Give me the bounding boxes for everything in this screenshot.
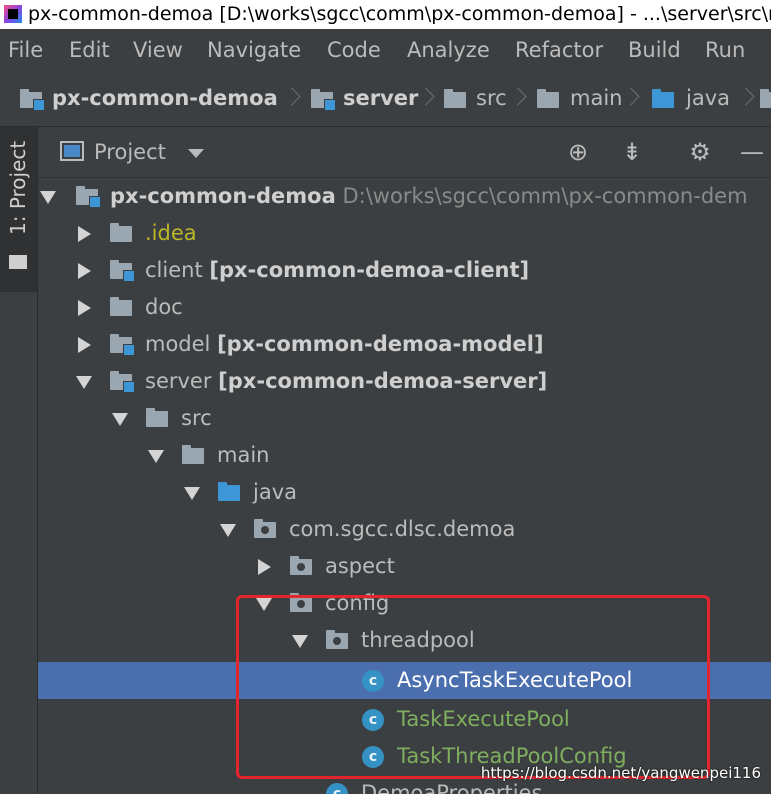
module-folder-icon [110, 371, 135, 393]
module-folder-icon [311, 89, 336, 111]
chevron-right-icon [626, 84, 636, 112]
model-module-suffix: [px-common-demoa-model] [217, 332, 544, 356]
dropdown-caret-icon[interactable] [188, 149, 204, 158]
root-name: px-common-demoa [110, 184, 336, 208]
crosshair-icon[interactable]: ⊕ [564, 138, 592, 166]
tree-row-package[interactable]: com.sgcc.dlsc.demoa [38, 511, 771, 548]
tree-row-doc[interactable]: doc [38, 289, 771, 326]
package-folder-icon [254, 519, 276, 538]
annotation-highlight-box [236, 595, 710, 779]
tree-row-idea[interactable]: .idea [38, 215, 771, 252]
folder-icon [9, 255, 27, 269]
menu-view[interactable]: View [133, 29, 183, 71]
menu-run[interactable]: Run [705, 29, 745, 71]
expand-arrow-icon[interactable] [184, 487, 200, 500]
chevron-right-icon [287, 84, 297, 112]
window-title-bar: px-common-demoa [D:\works\sgcc\comm\px-c… [0, 0, 771, 29]
tree-row-aspect[interactable]: aspect [38, 548, 771, 585]
breadcrumb-src[interactable]: src [476, 84, 507, 112]
collapse-arrow-icon[interactable] [78, 263, 91, 279]
tree-row-src[interactable]: src [38, 400, 771, 437]
expand-arrow-icon[interactable] [148, 450, 164, 463]
expand-arrow-icon[interactable] [76, 376, 92, 389]
aspect-package-label: aspect [325, 554, 395, 578]
package-folder-icon [760, 89, 771, 108]
tree-row-client[interactable]: client [px-common-demoa-client] [38, 252, 771, 289]
src-folder-label: src [181, 406, 212, 430]
chevron-right-icon [421, 84, 431, 112]
menu-analyze[interactable]: Analyze [407, 29, 490, 71]
menu-build[interactable]: Build [628, 29, 681, 71]
java-folder-label: java [253, 480, 297, 504]
navigation-bar: px-common-demoa server src main java [0, 71, 771, 127]
model-module-name: model [145, 332, 211, 356]
expand-arrow-icon[interactable] [40, 191, 56, 204]
server-module-name: server [145, 369, 212, 393]
menu-refactor[interactable]: Refactor [515, 29, 603, 71]
chevron-right-icon [741, 84, 751, 112]
breadcrumb-server[interactable]: server [343, 84, 418, 112]
menu-edit[interactable]: Edit [69, 29, 110, 71]
collapse-arrow-icon[interactable] [78, 226, 91, 242]
menu-file[interactable]: File [8, 29, 43, 71]
root-path: D:\works\sgcc\comm\px-common-dem [342, 184, 748, 208]
tree-row-server[interactable]: server [px-common-demoa-server] [38, 363, 771, 400]
collapse-arrow-icon[interactable] [78, 300, 91, 316]
doc-folder-label: doc [145, 295, 183, 319]
breadcrumb-java[interactable]: java [686, 84, 730, 112]
tree-row-model[interactable]: model [px-common-demoa-model] [38, 326, 771, 363]
menu-bar: File Edit View Navigate Code Analyze Ref… [0, 29, 771, 71]
folder-icon [110, 223, 132, 242]
module-folder-icon [110, 334, 135, 356]
breadcrumb-project[interactable]: px-common-demoa [52, 84, 278, 112]
folder-icon [537, 89, 559, 108]
folder-icon [146, 408, 168, 427]
project-tool-tab-label: 1: Project [6, 141, 30, 236]
idea-folder-label: .idea [145, 221, 197, 245]
collapse-arrow-icon[interactable] [78, 337, 91, 353]
project-tool-tab[interactable]: 1: Project [0, 127, 37, 292]
main-folder-label: main [217, 443, 270, 467]
menu-code[interactable]: Code [327, 29, 381, 71]
tree-row-main[interactable]: main [38, 437, 771, 474]
collapse-arrow-icon[interactable] [258, 559, 271, 575]
intellij-app-icon [4, 5, 22, 23]
collapse-all-icon[interactable]: ⇟ [618, 138, 646, 166]
module-folder-icon [20, 89, 45, 111]
chevron-right-icon [513, 84, 523, 112]
server-module-suffix: [px-common-demoa-server] [218, 369, 548, 393]
gear-icon[interactable]: ⚙ [686, 138, 714, 166]
class-icon: c [326, 783, 348, 794]
breadcrumb-main[interactable]: main [570, 84, 622, 112]
module-folder-icon [76, 186, 101, 208]
folder-icon [110, 297, 132, 316]
window-title: px-common-demoa [D:\works\sgcc\comm\px-c… [28, 3, 771, 25]
package-label: com.sgcc.dlsc.demoa [289, 517, 516, 541]
watermark: https://blog.csdn.net/yangwenpei116 [480, 764, 761, 782]
minimize-icon[interactable]: — [738, 138, 766, 166]
package-folder-icon [290, 556, 312, 575]
project-panel-header: Project ⊕ ⇟ ⚙ — [38, 127, 771, 178]
source-folder-icon [652, 89, 674, 108]
expand-arrow-icon[interactable] [112, 413, 128, 426]
folder-icon [444, 89, 466, 108]
menu-navigate[interactable]: Navigate [207, 29, 301, 71]
folder-icon [182, 445, 204, 464]
project-view-icon [60, 141, 84, 161]
module-folder-icon [110, 260, 135, 282]
project-view-selector[interactable]: Project [94, 137, 166, 167]
client-module-name: client [145, 258, 203, 282]
source-folder-icon [218, 482, 240, 501]
tree-row-java[interactable]: java [38, 474, 771, 511]
expand-arrow-icon[interactable] [220, 524, 236, 537]
client-module-suffix: [px-common-demoa-client] [209, 258, 530, 282]
tree-row-root[interactable]: px-common-demoa D:\works\sgcc\comm\px-co… [38, 178, 771, 215]
left-tool-strip: 1: Project [0, 127, 38, 794]
